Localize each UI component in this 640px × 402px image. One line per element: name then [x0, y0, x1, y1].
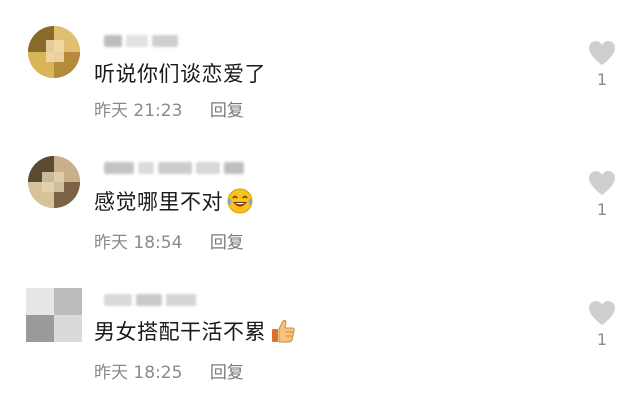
username-blurred [104, 292, 196, 308]
reply-button[interactable]: 回复 [210, 96, 244, 121]
like-count: 1 [596, 200, 608, 219]
like-button[interactable]: 1 [587, 300, 617, 349]
comment-list: 听说你们谈恋爱了 昨天 21:23 回复 1 感觉哪里不对 昨天 18:54 回… [0, 0, 640, 402]
thumbs-up-emoji [272, 319, 295, 343]
user-avatar-icon [26, 288, 82, 342]
comment-text: 听说你们谈恋爱了 [94, 58, 266, 88]
heart-icon [589, 301, 615, 325]
comment-text: 感觉哪里不对 [94, 186, 254, 216]
like-button[interactable]: 1 [587, 40, 617, 89]
comment-text-content: 听说你们谈恋爱了 [94, 62, 266, 86]
comment-meta: 昨天 18:54 回复 [94, 228, 244, 253]
comment-time: 昨天 18:54 [94, 233, 183, 253]
like-count: 1 [596, 330, 608, 349]
comment-text-content: 男女搭配干活不累 [94, 320, 266, 344]
reply-button[interactable]: 回复 [210, 358, 244, 383]
comment-item: 听说你们谈恋爱了 昨天 21:23 回复 1 [0, 0, 640, 121]
comment-meta: 昨天 18:25 回复 [94, 358, 244, 383]
user-avatar-icon [28, 156, 80, 208]
avatar[interactable] [26, 288, 82, 342]
comment-text-content: 感觉哪里不对 [94, 190, 223, 214]
comment-text: 男女搭配干活不累 [94, 316, 297, 346]
avatar[interactable] [28, 156, 80, 208]
comment-time: 昨天 21:23 [94, 101, 183, 121]
username-blurred [104, 33, 178, 49]
reply-button[interactable]: 回复 [210, 228, 244, 253]
username-blurred [104, 160, 244, 176]
heart-icon [589, 41, 615, 65]
heart-icon [589, 171, 615, 195]
user-avatar-icon [28, 26, 80, 78]
comment-time: 昨天 18:25 [94, 363, 183, 383]
avatar[interactable] [28, 26, 80, 78]
comment-item: 感觉哪里不对 昨天 18:54 回复 1 [0, 132, 640, 253]
like-button[interactable]: 1 [587, 170, 617, 219]
laughing-tears-emoji [227, 188, 253, 214]
comment-item: 男女搭配干活不累 昨天 18:25 回复 1 [0, 262, 640, 383]
comment-meta: 昨天 21:23 回复 [94, 96, 244, 121]
like-count: 1 [596, 70, 608, 89]
